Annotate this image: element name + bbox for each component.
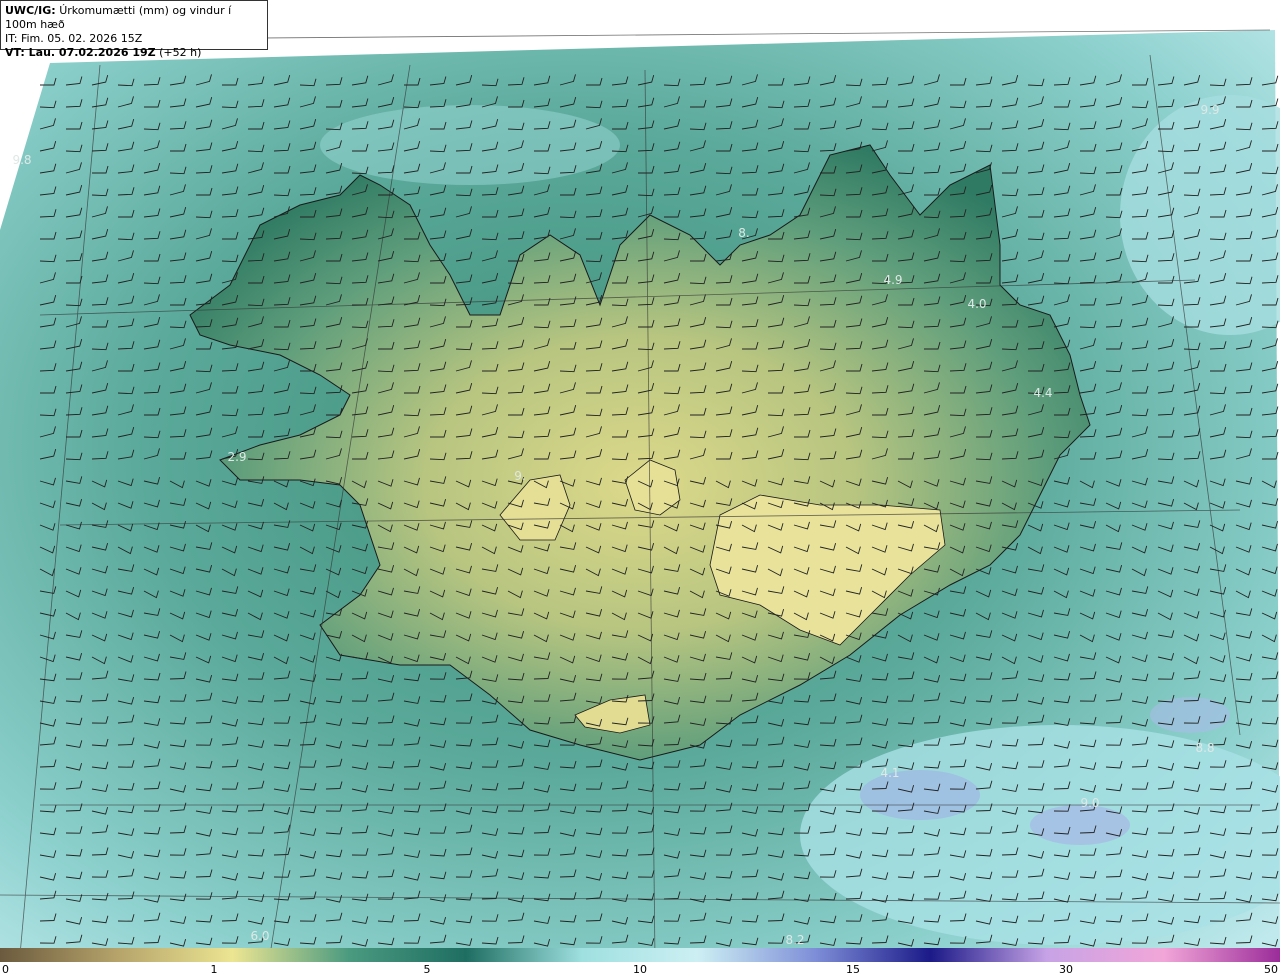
point-value: 4.0 bbox=[967, 297, 987, 311]
valid-time-line: VT: Lau. 07.02.2026 19Z (+52 h) bbox=[5, 46, 263, 60]
forecast-offset: (+52 h) bbox=[159, 46, 202, 59]
colorbar-tick: 30 bbox=[1059, 963, 1073, 976]
point-value: 4.4 bbox=[1033, 386, 1053, 400]
point-value: 6.0 bbox=[250, 929, 270, 943]
init-time: IT: Fim. 05. 02. 2026 15Z bbox=[5, 32, 143, 45]
colorbar: 0 1 5 10 15 30 50 bbox=[0, 948, 1280, 978]
colorbar-ramp bbox=[0, 948, 1280, 962]
colorbar-tick: 0 bbox=[2, 963, 9, 976]
weather-map bbox=[0, 15, 1280, 963]
map-title-box: UWC/IG: Úrkomumætti (mm) og vindur í 100… bbox=[0, 0, 268, 59]
point-value: 9.0 bbox=[1080, 796, 1100, 810]
point-value: 8. bbox=[738, 226, 750, 240]
point-value: 9.8 bbox=[12, 153, 32, 167]
valid-time: VT: Lau. 07.02.2026 19Z bbox=[5, 46, 156, 59]
model-name: UWC/IG: bbox=[5, 4, 56, 17]
colorbar-tick: 5 bbox=[423, 963, 431, 976]
point-value: 9.9 bbox=[1200, 103, 1220, 117]
title-line: UWC/IG: Úrkomumætti (mm) og vindur í 100… bbox=[5, 4, 263, 32]
point-value: 4.1 bbox=[880, 766, 900, 780]
point-value: 9. bbox=[514, 469, 526, 483]
colorbar-tick: 15 bbox=[846, 963, 860, 976]
colorbar-tick: 1 bbox=[210, 963, 218, 976]
colorbar-tick: 10 bbox=[633, 963, 647, 976]
point-value: 4.9 bbox=[883, 273, 903, 287]
point-value: 2.9 bbox=[227, 450, 247, 464]
point-value: 8.2 bbox=[785, 933, 805, 947]
colorbar-tick: 50 bbox=[1264, 963, 1278, 976]
point-value: 8.8 bbox=[1195, 741, 1215, 755]
